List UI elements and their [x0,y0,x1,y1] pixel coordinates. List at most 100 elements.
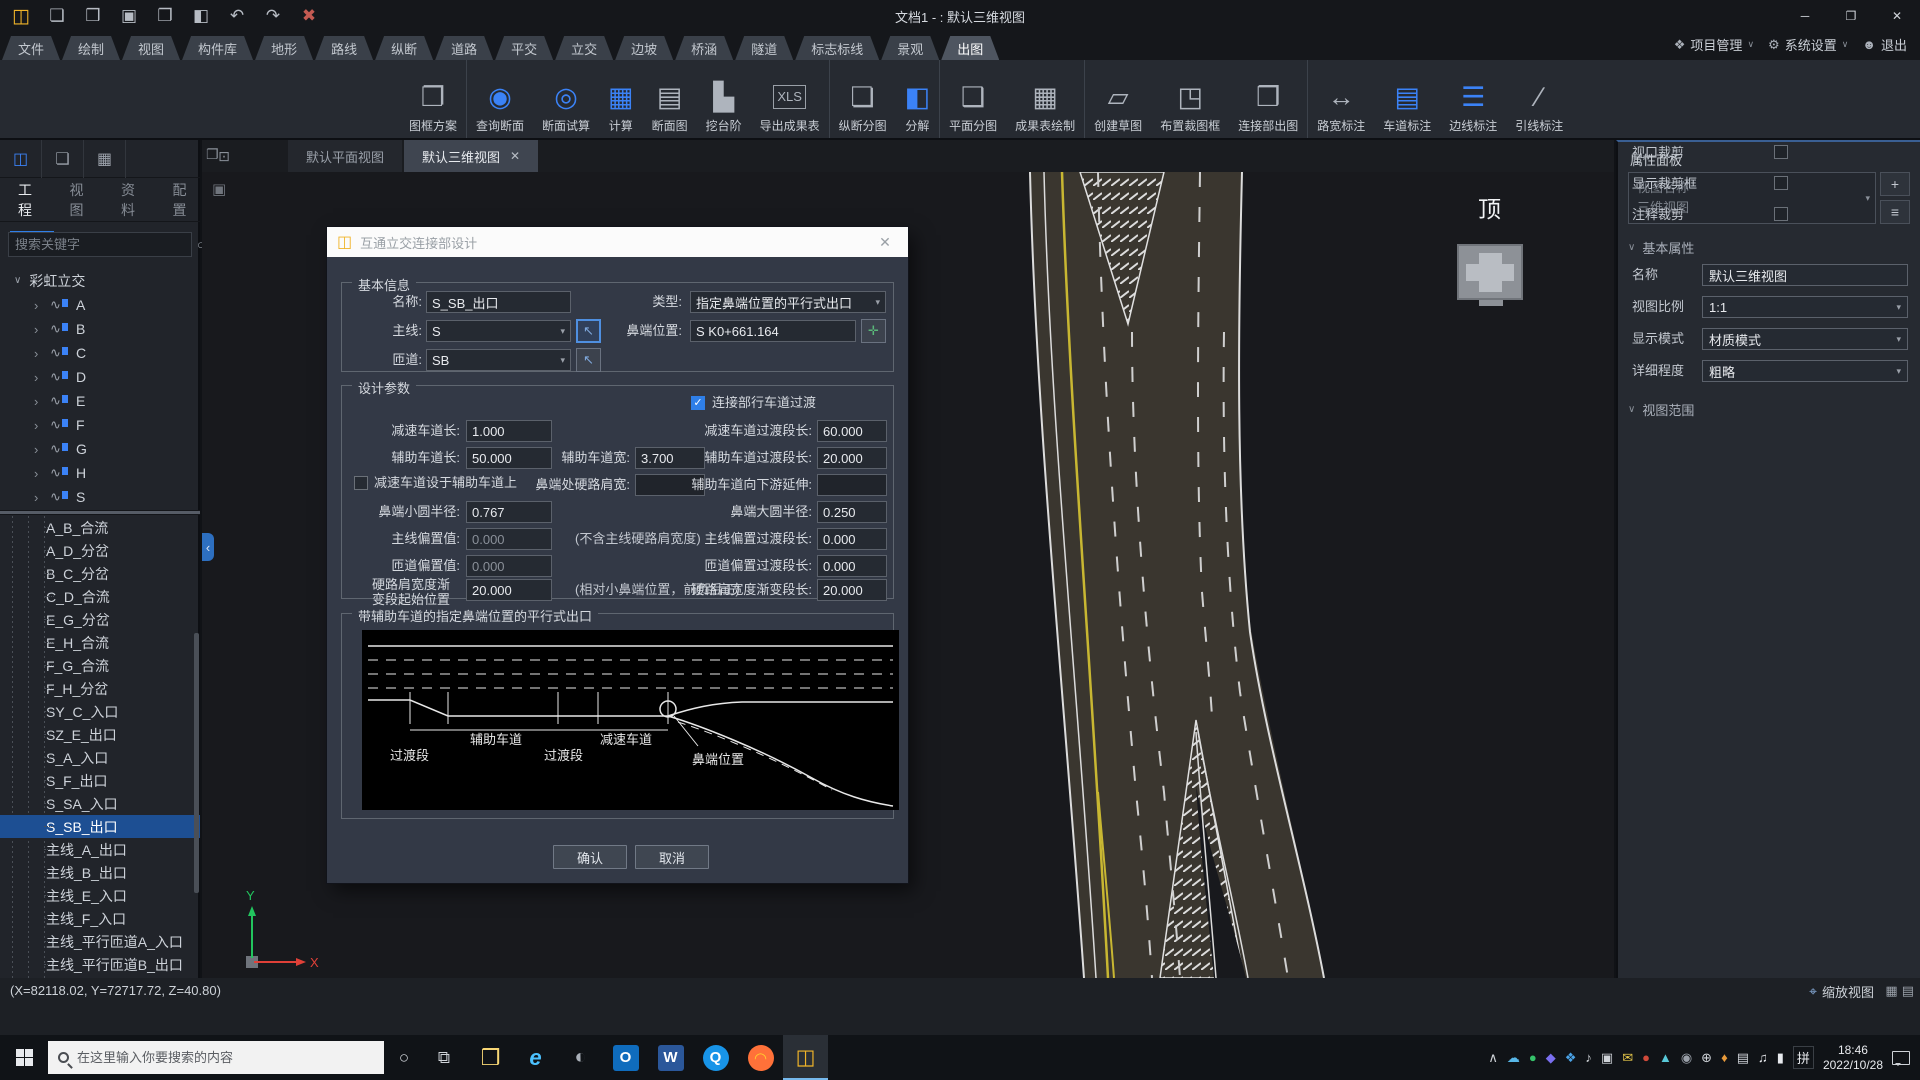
dock-panel-icon[interactable]: ❐ [206,146,219,163]
taskbar-search-input[interactable] [77,1050,374,1065]
tray-icon[interactable]: ♪ [1585,1035,1592,1080]
tree-connection-item[interactable]: A_D_分岔 [0,539,200,562]
tray-icon[interactable]: ▣ [1601,1035,1613,1080]
tray-icon[interactable]: ▮ [1777,1035,1784,1080]
lane-transition-checkbox[interactable]: ✓ [691,396,705,410]
nose-big-radius-input[interactable] [817,501,887,523]
sidebar-collapse-handle[interactable]: ‹ [202,533,214,561]
view-cube[interactable] [1457,244,1523,300]
status-icon[interactable]: ▦ [1885,983,1897,999]
task-view-button[interactable]: ⧉ [424,1048,464,1068]
dialog-close-button[interactable]: ✕ [870,227,900,257]
dec-transition-input[interactable] [817,420,887,442]
status-icon[interactable]: ▤ [1902,983,1914,999]
tray-icon[interactable]: ⊕ [1701,1035,1712,1080]
view-scale-select[interactable]: 1:1▾ [1702,296,1908,318]
confirm-button[interactable]: 确认 [553,845,627,869]
cancel-button[interactable]: 取消 [635,845,709,869]
toolbar-button[interactable]: XLS 导出成果表 [751,60,829,138]
toolbar-button[interactable]: ❑ 平面分图 [939,60,1006,138]
toolbar-button[interactable]: ▤ 车道标注 [1374,60,1440,138]
pick-ramp-button[interactable]: ↖ [576,348,601,372]
tree-connection-item[interactable]: 主线_F_入口 [0,907,200,930]
checkbox[interactable] [1774,207,1788,221]
toolbar-button[interactable]: ◧ 分解 [896,60,940,138]
layout-icon[interactable]: ▦ [84,140,126,178]
tree-route-item[interactable]: › ∿ A [0,293,200,317]
dialog-title-bar[interactable]: ◫ 互通立交连接部设计 [327,227,908,257]
notification-center-icon[interactable] [1892,1051,1910,1065]
ribbon-tab[interactable]: 标志标线 [795,36,879,60]
ribbon-tab[interactable]: 立交 [555,36,613,60]
tree-connection-item[interactable]: SZ_E_出口 [0,723,200,746]
ribbon-tab[interactable]: 地形 [255,36,313,60]
layout-icon[interactable]: ◫ [0,140,42,178]
toolbar-button[interactable]: ❐ 图框方案 [400,60,466,138]
tray-icon[interactable]: ▤ [1737,1035,1749,1080]
ribbon-right-button[interactable]: ⚙ 系统设置 ∨ [1768,35,1848,54]
sidebar-tab[interactable]: 视图 [70,180,98,220]
taskbar-app-button[interactable]: W [648,1035,693,1080]
ribbon-right-button[interactable]: ❖ 项目管理 ∨ [1674,35,1754,54]
main-offset-transition-input[interactable] [817,528,887,550]
tree-route-item[interactable]: › ∿ D [0,365,200,389]
checkbox[interactable] [1774,176,1788,190]
ribbon-tab[interactable]: 边坡 [615,36,673,60]
tray-icon[interactable]: ♫ [1758,1035,1768,1080]
ribbon-tab[interactable]: 平交 [495,36,553,60]
tree-splitter[interactable] [0,510,200,515]
tree-connection-item[interactable]: S_A_入口 [0,746,200,769]
tree-connection-item[interactable]: 主线_平行匝道B_出口 [0,953,200,976]
tree-connection-item[interactable]: F_H_分岔 [0,677,200,700]
tree-connection-item[interactable]: A_B_合流 [0,516,200,539]
tree-connection-item[interactable]: S_SB_出口 [0,815,200,838]
tray-icon[interactable]: ◆ [1546,1035,1556,1080]
taskbar-clock[interactable]: 18:46 2022/10/28 [1823,1043,1883,1073]
mainline-select[interactable]: S▾ [426,320,571,342]
shoulder-taper-start-input[interactable] [466,579,552,601]
taskbar-app-button[interactable]: Q [693,1035,738,1080]
tray-icon[interactable]: ✉ [1622,1035,1633,1080]
taskbar-app-button[interactable]: ❒ [468,1035,513,1080]
tree-route-item[interactable]: › ∿ S [0,485,200,509]
ramp-offset-input[interactable] [466,555,552,577]
section-basic-properties[interactable]: ∨ 基本属性 [1628,238,1694,257]
nose-small-radius-input[interactable] [466,501,552,523]
shoulder-taper-length-input[interactable] [817,579,887,601]
ribbon-tab[interactable]: 出图 [941,36,999,60]
tree-connection-item[interactable]: E_G_分岔 [0,608,200,631]
toolbar-button[interactable]: ∕ 引线标注 [1506,60,1572,138]
ramp-select[interactable]: SB▾ [426,349,571,371]
toolbar-button[interactable]: ❒ 连接部出图 [1229,60,1307,138]
dec-on-aux-checkbox[interactable] [354,476,368,490]
ribbon-tab[interactable]: 文件 [2,36,60,60]
tree-root-item[interactable]: ∨ 彩虹立交 [0,268,200,293]
tree-connection-item[interactable]: 主线_E_入口 [0,884,200,907]
aux-extend-input[interactable] [817,474,887,496]
pick-mainline-button[interactable]: ↖ [576,319,601,343]
dec-lane-length-input[interactable] [466,420,552,442]
maximize-button[interactable]: ❐ [1828,0,1874,32]
tree-connection-item[interactable]: S_F_出口 [0,769,200,792]
tree-route-item[interactable]: › ∿ B [0,317,200,341]
ramp-offset-transition-input[interactable] [817,555,887,577]
tree-connection-item[interactable]: 主线_平行匝道A_入口 [0,930,200,953]
main-offset-input[interactable] [466,528,552,550]
tree-route-item[interactable]: › ∿ C [0,341,200,365]
tree-scrollbar[interactable] [194,633,199,893]
display-mode-select[interactable]: 材质模式▾ [1702,328,1908,350]
start-button[interactable] [0,1035,48,1080]
tree-route-item[interactable]: › ∿ F [0,413,200,437]
zoom-view-button[interactable]: ⌖ 缩放视图 [1809,982,1874,1001]
tab-plan-view[interactable]: 默认平面视图 [288,140,402,172]
tray-icon[interactable]: ● [1529,1035,1537,1080]
tray-icon[interactable]: ❖ [1565,1035,1577,1080]
taskbar-app-button[interactable]: O [603,1035,648,1080]
ribbon-tab[interactable]: 景观 [881,36,939,60]
toolbar-button[interactable]: ◳ 布置裁图框 [1151,60,1229,138]
tree-route-item[interactable]: › ∿ G [0,437,200,461]
tray-icon[interactable]: ☁ [1507,1035,1520,1080]
ribbon-tab[interactable]: 道路 [435,36,493,60]
tree-connection-item[interactable]: 主线_A_出口 [0,838,200,861]
toolbar-button[interactable]: ▙ 挖台阶 [697,60,751,138]
